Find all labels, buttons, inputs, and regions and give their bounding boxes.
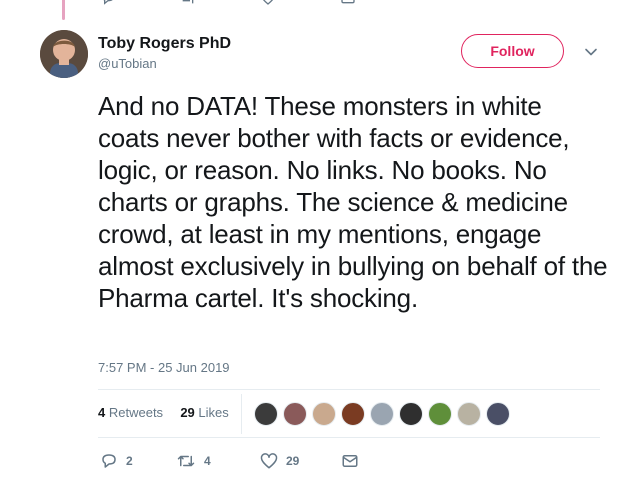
avatar-7-icon[interactable] bbox=[428, 402, 452, 426]
thread-connector-line bbox=[62, 0, 65, 20]
avatar-6-icon[interactable] bbox=[399, 402, 423, 426]
tweet-timestamp[interactable]: 7:57 PM - 25 Jun 2019 bbox=[98, 360, 230, 375]
retweets-label: Retweets bbox=[108, 405, 164, 420]
heart-icon[interactable] bbox=[260, 0, 276, 6]
retweets-stat[interactable]: 4 Retweets bbox=[98, 405, 163, 420]
likes-stat[interactable]: 29 Likes bbox=[180, 405, 228, 420]
retweet-icon bbox=[177, 455, 195, 467]
heart-icon bbox=[260, 453, 278, 469]
retweets-count: 4 bbox=[98, 405, 106, 420]
likes-count: 29 bbox=[180, 405, 195, 420]
chevron-down-icon[interactable] bbox=[584, 45, 598, 59]
mail-icon bbox=[342, 455, 358, 467]
direct-message-button[interactable] bbox=[341, 451, 359, 471]
like-count: 29 bbox=[286, 454, 300, 468]
like-button[interactable]: 29 bbox=[260, 451, 299, 471]
previous-tweet-actions bbox=[100, 0, 380, 6]
retweet-icon[interactable] bbox=[180, 0, 196, 6]
avatar-4-icon[interactable] bbox=[341, 402, 365, 426]
engagement-stats: 4 Retweets 29 Likes bbox=[98, 405, 229, 420]
avatar-1-icon[interactable] bbox=[254, 402, 278, 426]
reply-icon[interactable] bbox=[100, 0, 116, 6]
retweet-button[interactable]: 4 bbox=[176, 451, 211, 471]
avatar-9-icon[interactable] bbox=[486, 402, 510, 426]
author-handle[interactable]: @uTobian bbox=[98, 56, 157, 71]
reply-button[interactable]: 2 bbox=[100, 451, 133, 471]
reply-icon bbox=[102, 454, 116, 468]
follow-button[interactable]: Follow bbox=[461, 34, 564, 68]
reply-count: 2 bbox=[126, 454, 133, 468]
mail-icon[interactable] bbox=[340, 0, 356, 6]
retweet-count: 4 bbox=[204, 454, 211, 468]
author-name[interactable]: Toby Rogers PhD bbox=[98, 35, 231, 53]
tweet-actions: 2 4 29 bbox=[100, 451, 380, 471]
avatar-2-icon[interactable] bbox=[283, 402, 307, 426]
divider-top bbox=[98, 389, 600, 390]
author-avatar[interactable] bbox=[40, 30, 88, 78]
avatar-5-icon[interactable] bbox=[370, 402, 394, 426]
likes-label: Likes bbox=[198, 405, 229, 420]
avatar-8-icon[interactable] bbox=[457, 402, 481, 426]
avatar-3-icon[interactable] bbox=[312, 402, 336, 426]
divider-bottom bbox=[98, 437, 600, 438]
stats-separator bbox=[241, 394, 242, 434]
tweet-text: And no DATA! These monsters in white coa… bbox=[98, 91, 608, 313]
